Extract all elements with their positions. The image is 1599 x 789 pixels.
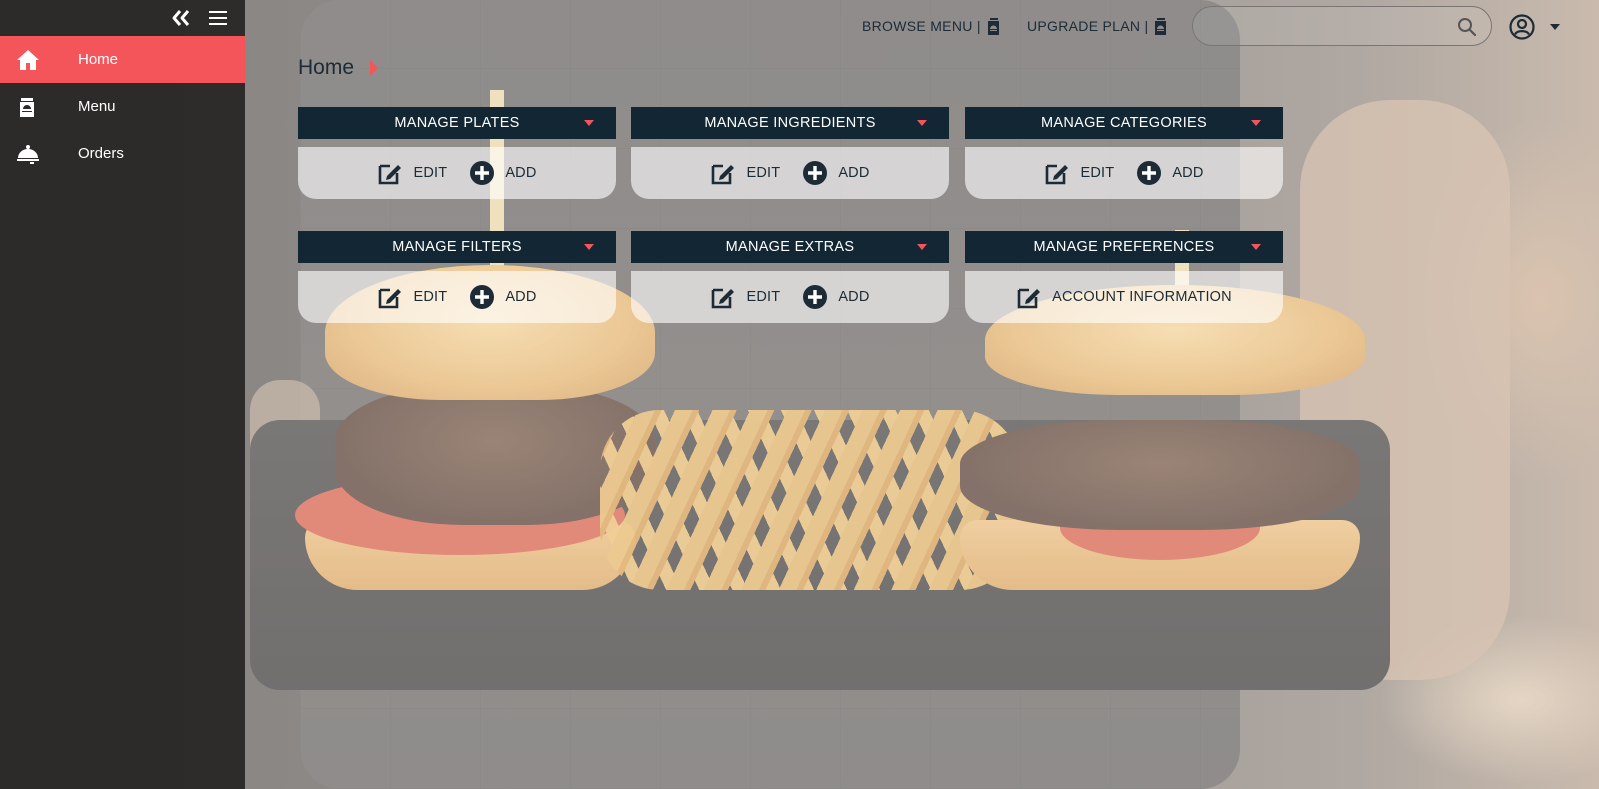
- edit-label: EDIT: [413, 289, 448, 305]
- card-manage-filters: MANAGE FILTERS EDIT ADD: [298, 231, 616, 323]
- collapse-sidebar-icon[interactable]: [171, 9, 191, 27]
- sidebar-item-orders[interactable]: Orders: [0, 130, 245, 177]
- add-label: ADD: [838, 165, 870, 181]
- plus-circle-icon: [470, 285, 495, 309]
- browse-menu-label: BROWSE MENU |: [862, 18, 981, 34]
- plus-circle-icon: [803, 161, 828, 185]
- dropdown-caret-icon[interactable]: [1251, 120, 1261, 126]
- search-input[interactable]: [1209, 7, 1449, 43]
- card-manage-preferences: MANAGE PREFERENCES ACCOUNT INFORMATION: [965, 231, 1283, 323]
- edit-icon: [712, 164, 735, 185]
- plus-circle-icon: [803, 285, 828, 309]
- card-manage-extras: MANAGE EXTRAS EDIT ADD: [631, 231, 949, 323]
- menu-book-icon: [987, 17, 999, 35]
- add-label: ADD: [838, 289, 870, 305]
- edit-icon: [379, 164, 402, 185]
- sidebar-item-label: Home: [78, 51, 119, 68]
- card-actions: EDIT ADD: [965, 147, 1283, 199]
- dropdown-caret-icon[interactable]: [584, 120, 594, 126]
- account-information-label: ACCOUNT INFORMATION: [1052, 289, 1232, 305]
- hamburger-menu-icon[interactable]: [208, 9, 228, 27]
- user-menu-caret-icon[interactable]: [1550, 24, 1560, 30]
- sidebar-toolbar: [0, 0, 245, 36]
- browse-menu-link[interactable]: BROWSE MENU |: [862, 15, 1000, 37]
- add-button[interactable]: ADD: [802, 160, 869, 186]
- edit-button[interactable]: EDIT: [377, 284, 447, 310]
- home-icon: [0, 48, 78, 72]
- edit-icon: [379, 288, 402, 309]
- card-manage-categories: MANAGE CATEGORIES EDIT ADD: [965, 107, 1283, 199]
- add-label: ADD: [505, 165, 537, 181]
- edit-button[interactable]: EDIT: [377, 160, 447, 186]
- card-actions: ACCOUNT INFORMATION: [965, 271, 1283, 323]
- edit-button[interactable]: EDIT: [710, 160, 780, 186]
- card-header[interactable]: MANAGE FILTERS: [298, 231, 616, 263]
- add-label: ADD: [1172, 165, 1204, 181]
- edit-label: EDIT: [413, 165, 448, 181]
- card-manage-plates: MANAGE PLATES EDIT ADD: [298, 107, 616, 199]
- upgrade-plan-label: UPGRADE PLAN |: [1027, 18, 1149, 34]
- page-title: Home: [298, 56, 355, 79]
- add-button[interactable]: ADD: [469, 284, 536, 310]
- search-icon[interactable]: [1457, 17, 1477, 37]
- dropdown-caret-icon[interactable]: [917, 120, 927, 126]
- edit-icon: [712, 288, 735, 309]
- sidebar-item-menu[interactable]: Menu: [0, 83, 245, 130]
- edit-button[interactable]: EDIT: [710, 284, 780, 310]
- card-header[interactable]: MANAGE CATEGORIES: [965, 107, 1283, 139]
- account-information-button[interactable]: ACCOUNT INFORMATION: [1016, 284, 1232, 310]
- sidebar-item-label: Orders: [78, 145, 124, 162]
- edit-label: EDIT: [746, 165, 781, 181]
- search-box: [1192, 6, 1492, 46]
- card-header[interactable]: MANAGE EXTRAS: [631, 231, 949, 263]
- dropdown-caret-icon[interactable]: [584, 244, 594, 250]
- card-title: MANAGE PLATES: [394, 115, 520, 131]
- upgrade-plan-link[interactable]: UPGRADE PLAN |: [1027, 15, 1167, 37]
- cloche-icon: [0, 142, 78, 166]
- sidebar-item-label: Menu: [78, 98, 116, 115]
- card-header[interactable]: MANAGE PREFERENCES: [965, 231, 1283, 263]
- menu-book-icon: [1155, 17, 1167, 35]
- card-title: MANAGE FILTERS: [392, 239, 522, 255]
- card-title: MANAGE PREFERENCES: [1033, 239, 1215, 255]
- edit-icon: [1017, 288, 1041, 309]
- dropdown-caret-icon[interactable]: [1251, 244, 1261, 250]
- user-account-icon[interactable]: [1509, 14, 1535, 40]
- edit-button[interactable]: EDIT: [1044, 160, 1114, 186]
- edit-label: EDIT: [1080, 165, 1115, 181]
- menu-book-icon: [0, 95, 78, 119]
- plus-circle-icon: [1137, 161, 1162, 185]
- breadcrumb: Home: [298, 56, 379, 80]
- sidebar-item-home[interactable]: Home: [0, 36, 245, 83]
- add-button[interactable]: ADD: [469, 160, 536, 186]
- plus-circle-icon: [470, 161, 495, 185]
- card-header[interactable]: MANAGE PLATES: [298, 107, 616, 139]
- card-actions: EDIT ADD: [298, 147, 616, 199]
- card-title: MANAGE INGREDIENTS: [704, 115, 876, 131]
- edit-icon: [1046, 164, 1069, 185]
- sidebar: Home Menu Orders: [0, 0, 245, 789]
- dropdown-caret-icon[interactable]: [917, 244, 927, 250]
- add-label: ADD: [505, 289, 537, 305]
- card-actions: EDIT ADD: [631, 147, 949, 199]
- card-manage-ingredients: MANAGE INGREDIENTS EDIT ADD: [631, 107, 949, 199]
- card-title: MANAGE EXTRAS: [725, 239, 855, 255]
- card-header[interactable]: MANAGE INGREDIENTS: [631, 107, 949, 139]
- card-actions: EDIT ADD: [298, 271, 616, 323]
- card-actions: EDIT ADD: [631, 271, 949, 323]
- add-button[interactable]: ADD: [802, 284, 869, 310]
- edit-label: EDIT: [746, 289, 781, 305]
- card-title: MANAGE CATEGORIES: [1041, 115, 1207, 131]
- chevron-right-icon: [370, 60, 379, 76]
- add-button[interactable]: ADD: [1136, 160, 1203, 186]
